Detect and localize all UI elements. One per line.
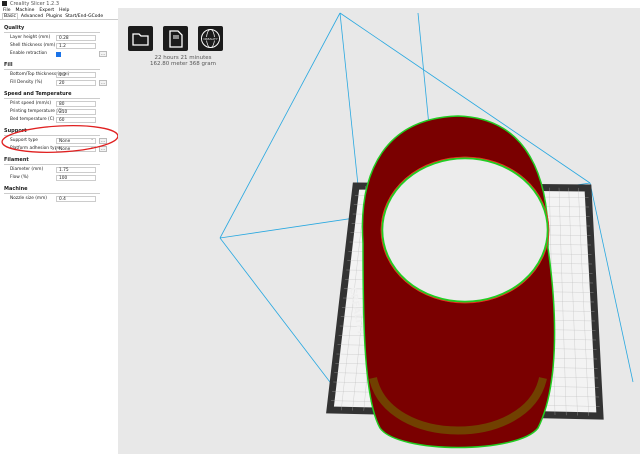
app-icon [2, 1, 7, 6]
layer-height-input[interactable]: 0.28 [56, 35, 96, 41]
menu-help[interactable]: Help [59, 8, 69, 13]
menu-expert[interactable]: Expert [39, 8, 54, 13]
print-material: 162.80 meter 368 gram [149, 61, 216, 67]
creality-cloud-button[interactable]: CREALITY [198, 26, 223, 51]
label: Diameter (mm) [10, 167, 44, 172]
window-title: Creality Slicer 1.2.3 [10, 1, 60, 7]
bottom-top-thickness-input[interactable]: 1.2 [56, 72, 96, 78]
scene: CREALITY [219, 12, 634, 449]
sd-card-icon [169, 30, 183, 48]
label: Printing temperature (C) [10, 109, 63, 114]
nozzle-size-input[interactable]: 0.4 [56, 196, 96, 202]
title-bar: Creality Slicer 1.2.3 [0, 0, 640, 8]
settings-tabs: Basic Advanced Plugins Start/End-GCode [0, 13, 118, 20]
tab-gcode[interactable]: Start/End-GCode [65, 14, 103, 19]
section-speed: Speed and Temperature [4, 91, 100, 99]
tab-basic[interactable]: Basic [2, 13, 18, 19]
creality-logo-text: CREALITY [203, 37, 218, 41]
label: Shell thickness (mm) [10, 43, 56, 48]
print-speed-input[interactable]: 80 [56, 101, 96, 107]
load-model-button[interactable] [128, 26, 153, 51]
label: Print speed (mm/s) [10, 101, 52, 106]
diameter-input[interactable]: 1.75 [56, 167, 96, 173]
retraction-checkbox[interactable] [56, 51, 61, 57]
tab-plugins[interactable]: Plugins [46, 14, 62, 19]
label: Layer height (mm) [10, 35, 51, 40]
print-temp-input[interactable]: 210 [56, 109, 96, 115]
label: Nozzle size (mm) [10, 196, 47, 201]
print-info: 22 hours 21 minutes 162.80 meter 368 gra… [128, 55, 238, 67]
folder-icon [132, 33, 149, 46]
label: Enable retraction [10, 51, 47, 56]
label: Fill Density (%) [10, 80, 43, 85]
section-fill: Fill [4, 62, 100, 70]
section-quality: Quality [4, 25, 100, 33]
fill-density-input[interactable]: 20 [56, 80, 96, 86]
red-annotation-circle [1, 125, 119, 153]
retraction-more-button[interactable]: ... [99, 51, 107, 57]
label: Flow (%) [10, 175, 29, 180]
save-sd-button[interactable] [163, 26, 188, 51]
shell-thickness-input[interactable]: 1.2 [56, 43, 96, 49]
tab-advanced[interactable]: Advanced [21, 14, 43, 19]
section-machine: Machine [4, 186, 100, 194]
fill-more-button[interactable]: ... [99, 80, 107, 86]
flow-input[interactable]: 100 [56, 175, 96, 181]
menu-machine[interactable]: Machine [16, 8, 35, 13]
model-top-opening [380, 156, 550, 304]
section-filament: Filament [4, 157, 100, 165]
creality-cloud-icon: CREALITY [201, 29, 220, 48]
settings-panel: Quality Layer height (mm) 0.28 Shell thic… [0, 21, 119, 454]
